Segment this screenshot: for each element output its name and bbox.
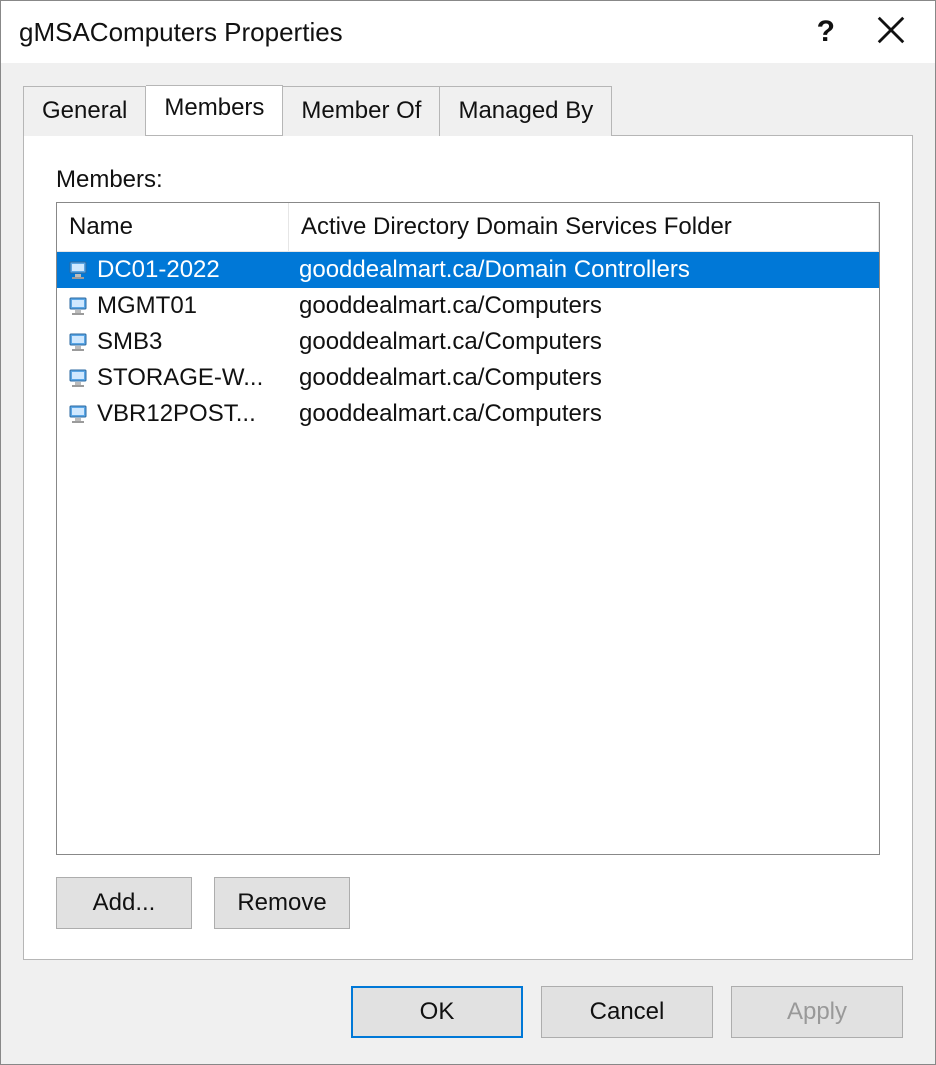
member-folder: gooddealmart.ca/Domain Controllers <box>289 252 879 288</box>
computer-icon <box>67 260 91 280</box>
member-name: DC01-2022 <box>97 256 220 284</box>
member-name: SMB3 <box>97 328 162 356</box>
member-folder: gooddealmart.ca/Computers <box>289 324 879 360</box>
member-folder: gooddealmart.ca/Computers <box>289 396 879 432</box>
remove-button[interactable]: Remove <box>214 877 350 929</box>
table-row[interactable]: STORAGE-W... gooddealmart.ca/Computers <box>57 360 879 396</box>
computer-icon <box>67 296 91 316</box>
tab-managed-by[interactable]: Managed By <box>440 86 612 136</box>
help-icon[interactable]: ? <box>817 15 835 49</box>
tab-members[interactable]: Members <box>146 85 283 135</box>
listview-header: Name Active Directory Domain Services Fo… <box>57 203 879 252</box>
member-folder: gooddealmart.ca/Computers <box>289 360 879 396</box>
member-folder: gooddealmart.ca/Computers <box>289 288 879 324</box>
window-title: gMSAComputers Properties <box>19 17 343 48</box>
window-controls: ? <box>817 15 905 49</box>
computer-icon <box>67 404 91 424</box>
member-name: MGMT01 <box>97 292 197 320</box>
computer-icon <box>67 332 91 352</box>
column-header-folder[interactable]: Active Directory Domain Services Folder <box>289 203 879 252</box>
cancel-button[interactable]: Cancel <box>541 986 713 1038</box>
listview-body: DC01-2022 gooddealmart.ca/Domain Control… <box>57 252 879 854</box>
members-label: Members: <box>56 166 880 194</box>
member-buttons: Add... Remove <box>56 877 880 929</box>
table-row[interactable]: VBR12POST... gooddealmart.ca/Computers <box>57 396 879 432</box>
column-header-name[interactable]: Name <box>57 203 289 252</box>
table-row[interactable]: DC01-2022 gooddealmart.ca/Domain Control… <box>57 252 879 288</box>
tabstrip: General Members Member Of Managed By <box>1 63 935 135</box>
apply-button[interactable]: Apply <box>731 986 903 1038</box>
dialog-footer: OK Cancel Apply <box>1 960 935 1064</box>
properties-dialog: gMSAComputers Properties ? General Membe… <box>0 0 936 1065</box>
members-listview[interactable]: Name Active Directory Domain Services Fo… <box>56 202 880 855</box>
table-row[interactable]: MGMT01 gooddealmart.ca/Computers <box>57 288 879 324</box>
tab-general[interactable]: General <box>23 86 146 136</box>
ok-button[interactable]: OK <box>351 986 523 1038</box>
tab-panel-members: Members: Name Active Directory Domain Se… <box>23 135 913 960</box>
tab-member-of[interactable]: Member Of <box>283 86 440 136</box>
add-button[interactable]: Add... <box>56 877 192 929</box>
titlebar: gMSAComputers Properties ? <box>1 1 935 63</box>
close-icon[interactable] <box>877 16 905 49</box>
table-row[interactable]: SMB3 gooddealmart.ca/Computers <box>57 324 879 360</box>
computer-icon <box>67 368 91 388</box>
member-name: VBR12POST... <box>97 400 256 428</box>
member-name: STORAGE-W... <box>97 364 263 392</box>
